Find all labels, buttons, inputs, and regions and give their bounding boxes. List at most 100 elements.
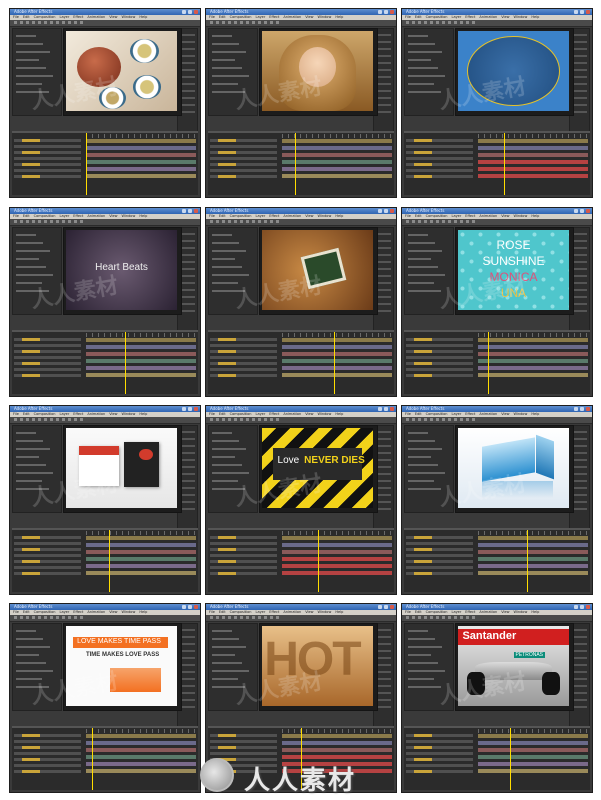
maximize-icon[interactable] bbox=[580, 605, 584, 609]
menu-item-view[interactable]: View bbox=[501, 610, 509, 614]
time-ruler[interactable] bbox=[478, 133, 588, 138]
minimize-icon[interactable] bbox=[586, 407, 590, 411]
tool-icon[interactable] bbox=[62, 21, 65, 24]
tool-icon[interactable] bbox=[26, 220, 29, 223]
menu-item-window[interactable]: Window bbox=[122, 214, 136, 218]
close-icon[interactable] bbox=[574, 209, 578, 213]
project-item[interactable] bbox=[16, 662, 46, 664]
layer-row[interactable] bbox=[14, 138, 81, 142]
tool-icon[interactable] bbox=[44, 220, 47, 223]
tool-icon[interactable] bbox=[68, 21, 71, 24]
project-item[interactable] bbox=[16, 670, 53, 672]
menu-item-layer[interactable]: Layer bbox=[60, 412, 70, 416]
effects-item[interactable] bbox=[572, 431, 587, 433]
layer-row[interactable] bbox=[210, 156, 277, 160]
menu-item-view[interactable]: View bbox=[109, 412, 117, 416]
layer-row[interactable] bbox=[406, 337, 473, 341]
layer-duration-bar[interactable] bbox=[478, 747, 588, 752]
effects-item[interactable] bbox=[180, 452, 195, 454]
effects-item[interactable] bbox=[376, 76, 391, 78]
effects-item[interactable] bbox=[376, 664, 391, 666]
effects-item[interactable] bbox=[572, 104, 587, 106]
layer-duration-bar[interactable] bbox=[282, 549, 392, 554]
minimize-icon[interactable] bbox=[194, 209, 198, 213]
effects-item[interactable] bbox=[572, 83, 587, 85]
menu-item-effect[interactable]: Effect bbox=[73, 610, 83, 614]
project-item[interactable] bbox=[212, 432, 232, 434]
effects-item[interactable] bbox=[376, 671, 391, 673]
menu-item-edit[interactable]: Edit bbox=[219, 214, 226, 218]
tool-icon[interactable] bbox=[430, 21, 433, 24]
project-item[interactable] bbox=[408, 75, 445, 77]
effects-item[interactable] bbox=[572, 636, 587, 638]
menu-item-composition[interactable]: Composition bbox=[34, 15, 56, 19]
project-item[interactable] bbox=[16, 432, 36, 434]
tool-icon[interactable] bbox=[448, 220, 451, 223]
layer-row[interactable] bbox=[210, 751, 277, 755]
effects-item[interactable] bbox=[180, 247, 195, 249]
layer-duration-bar[interactable] bbox=[282, 542, 392, 547]
tool-icon[interactable] bbox=[62, 220, 65, 223]
menu-item-effect[interactable]: Effect bbox=[73, 15, 83, 19]
tool-icon[interactable] bbox=[38, 418, 41, 421]
playhead[interactable] bbox=[317, 529, 319, 592]
effects-item[interactable] bbox=[572, 296, 587, 298]
effects-item[interactable] bbox=[180, 480, 195, 482]
layer-row[interactable] bbox=[406, 144, 473, 148]
project-item[interactable] bbox=[16, 35, 36, 37]
menu-item-composition[interactable]: Composition bbox=[426, 15, 448, 19]
project-item[interactable] bbox=[212, 234, 232, 236]
effects-item[interactable] bbox=[572, 643, 587, 645]
tool-icon[interactable] bbox=[240, 418, 243, 421]
layer-row[interactable] bbox=[210, 174, 277, 178]
effects-item[interactable] bbox=[376, 487, 391, 489]
tool-icon[interactable] bbox=[14, 418, 17, 421]
menu-item-effect[interactable]: Effect bbox=[73, 214, 83, 218]
effects-item[interactable] bbox=[376, 643, 391, 645]
layer-row[interactable] bbox=[210, 138, 277, 142]
effects-item[interactable] bbox=[572, 76, 587, 78]
layer-row[interactable] bbox=[210, 541, 277, 545]
tool-icon[interactable] bbox=[406, 616, 409, 619]
close-icon[interactable] bbox=[574, 10, 578, 14]
tool-icon[interactable] bbox=[240, 21, 243, 24]
tool-icon[interactable] bbox=[50, 220, 53, 223]
menu-item-file[interactable]: File bbox=[405, 412, 411, 416]
tool-icon[interactable] bbox=[20, 616, 23, 619]
layer-row[interactable] bbox=[406, 739, 473, 743]
layer-row[interactable] bbox=[210, 739, 277, 743]
tool-icon[interactable] bbox=[264, 418, 267, 421]
project-item[interactable] bbox=[408, 654, 431, 656]
layer-row[interactable] bbox=[210, 367, 277, 371]
effects-item[interactable] bbox=[180, 706, 195, 708]
project-item[interactable] bbox=[212, 274, 249, 276]
menu-item-animation[interactable]: Animation bbox=[283, 15, 301, 19]
layer-row[interactable] bbox=[210, 373, 277, 377]
layer-duration-bar[interactable] bbox=[86, 733, 196, 738]
layer-row[interactable] bbox=[210, 553, 277, 557]
tool-icon[interactable] bbox=[74, 220, 77, 223]
playhead[interactable] bbox=[125, 331, 127, 394]
menu-item-window[interactable]: Window bbox=[318, 412, 332, 416]
layer-row[interactable] bbox=[14, 156, 81, 160]
project-item[interactable] bbox=[408, 678, 434, 680]
layer-row[interactable] bbox=[406, 553, 473, 557]
layer-row[interactable] bbox=[406, 733, 473, 737]
effects-item[interactable] bbox=[180, 643, 195, 645]
tool-icon[interactable] bbox=[246, 616, 249, 619]
project-item[interactable] bbox=[16, 266, 46, 268]
menu-item-composition[interactable]: Composition bbox=[230, 15, 252, 19]
menu-item-help[interactable]: Help bbox=[335, 214, 343, 218]
effects-item[interactable] bbox=[376, 706, 391, 708]
project-item[interactable] bbox=[212, 67, 242, 69]
effects-item[interactable] bbox=[572, 459, 587, 461]
layer-row[interactable] bbox=[406, 559, 473, 563]
layer-duration-bar[interactable] bbox=[478, 733, 588, 738]
tool-icon[interactable] bbox=[234, 220, 237, 223]
tool-icon[interactable] bbox=[56, 220, 59, 223]
tool-icon[interactable] bbox=[80, 21, 83, 24]
close-icon[interactable] bbox=[182, 407, 186, 411]
layer-duration-bar[interactable] bbox=[478, 166, 588, 171]
tool-icon[interactable] bbox=[436, 418, 439, 421]
effects-item[interactable] bbox=[180, 664, 195, 666]
